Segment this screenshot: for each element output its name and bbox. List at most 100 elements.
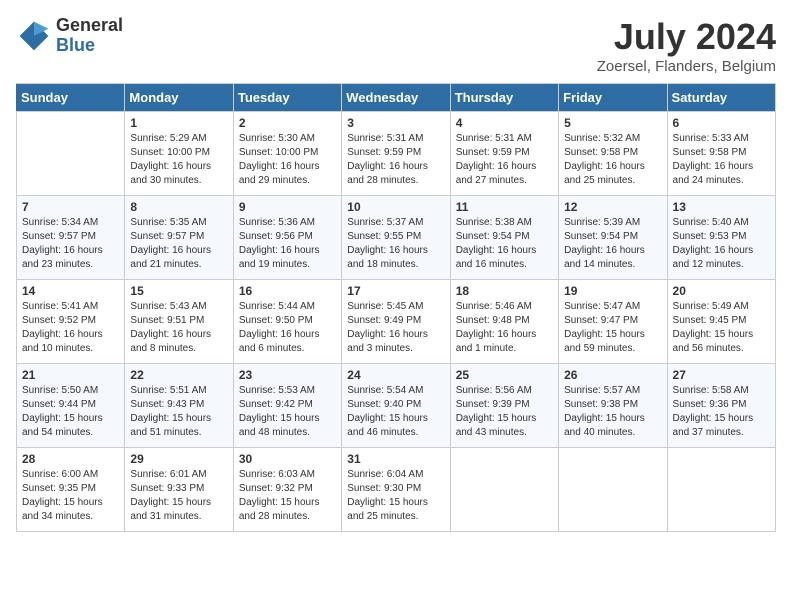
day-cell <box>450 448 558 532</box>
day-number: 28 <box>22 452 119 466</box>
logo-blue: Blue <box>56 36 123 56</box>
header-row: SundayMondayTuesdayWednesdayThursdayFrid… <box>17 84 776 112</box>
day-number: 13 <box>673 200 770 214</box>
day-number: 10 <box>347 200 444 214</box>
day-cell: 4 Sunrise: 5:31 AM Sunset: 9:59 PM Daylig… <box>450 112 558 196</box>
day-number: 22 <box>130 368 227 382</box>
logo-text: General Blue <box>56 16 123 56</box>
day-cell: 14Sunrise: 5:41 AM Sunset: 9:52 PM Dayli… <box>17 280 125 364</box>
day-cell: 21 Sunrise: 5:50 AM Sunset: 9:44 PM Dayli… <box>17 364 125 448</box>
day-number: 21 <box>22 368 119 382</box>
day-info: Sunrise: 5:30 AM Sunset: 10:00 PM Daylig… <box>239 132 336 188</box>
day-info: Sunrise: 5:34 AM Sunset: 9:57 PM Dayligh… <box>22 216 119 272</box>
day-number: 17 <box>347 284 444 298</box>
day-number: 6 <box>673 116 770 130</box>
day-number: 19 <box>564 284 661 298</box>
day-number: 18 <box>456 284 553 298</box>
day-info: Sunrise: 5:44 AM Sunset: 9:50 PM Dayligh… <box>239 300 336 356</box>
day-number: 5 <box>564 116 661 130</box>
day-info: Sunrise: 5:53 AM Sunset: 9:42 PM Dayligh… <box>239 384 336 440</box>
calendar-table: SundayMondayTuesdayWednesdayThursdayFrid… <box>16 83 776 532</box>
day-cell: 18 Sunrise: 5:46 AM Sunset: 9:48 PM Dayli… <box>450 280 558 364</box>
day-cell <box>667 448 775 532</box>
day-cell: 8 Sunrise: 5:35 AM Sunset: 9:57 PM Daylig… <box>125 196 233 280</box>
day-info: Sunrise: 5:56 AM Sunset: 9:39 PM Dayligh… <box>456 384 553 440</box>
day-info: Sunrise: 5:50 AM Sunset: 9:44 PM Dayligh… <box>22 384 119 440</box>
day-number: 24 <box>347 368 444 382</box>
day-info: Sunrise: 5:29 AM Sunset: 10:00 PM Daylig… <box>130 132 227 188</box>
day-number: 30 <box>239 452 336 466</box>
day-info: Sunrise: 5:38 AM Sunset: 9:54 PM Dayligh… <box>456 216 553 272</box>
page-header: General Blue July 2024 Zoersel, Flanders… <box>16 16 776 75</box>
day-info: Sunrise: 5:57 AM Sunset: 9:38 PM Dayligh… <box>564 384 661 440</box>
day-info: Sunrise: 5:39 AM Sunset: 9:54 PM Dayligh… <box>564 216 661 272</box>
week-row-4: 21 Sunrise: 5:50 AM Sunset: 9:44 PM Dayli… <box>17 364 776 448</box>
day-cell: 11 Sunrise: 5:38 AM Sunset: 9:54 PM Dayli… <box>450 196 558 280</box>
day-number: 7 <box>22 200 119 214</box>
day-info: Sunrise: 5:46 AM Sunset: 9:48 PM Dayligh… <box>456 300 553 356</box>
day-info: Sunrise: 6:01 AM Sunset: 9:33 PM Dayligh… <box>130 468 227 524</box>
day-info: Sunrise: 5:51 AM Sunset: 9:43 PM Dayligh… <box>130 384 227 440</box>
day-info: Sunrise: 5:45 AM Sunset: 9:49 PM Dayligh… <box>347 300 444 356</box>
day-number: 8 <box>130 200 227 214</box>
location: Zoersel, Flanders, Belgium <box>597 58 776 75</box>
day-info: Sunrise: 5:37 AM Sunset: 9:55 PM Dayligh… <box>347 216 444 272</box>
col-header-thursday: Thursday <box>450 84 558 112</box>
week-row-2: 7 Sunrise: 5:34 AM Sunset: 9:57 PM Daylig… <box>17 196 776 280</box>
day-info: Sunrise: 5:36 AM Sunset: 9:56 PM Dayligh… <box>239 216 336 272</box>
day-number: 11 <box>456 200 553 214</box>
week-row-5: 28 Sunrise: 6:00 AM Sunset: 9:35 PM Dayli… <box>17 448 776 532</box>
day-cell: 26 Sunrise: 5:57 AM Sunset: 9:38 PM Dayli… <box>559 364 667 448</box>
day-number: 31 <box>347 452 444 466</box>
day-cell: 19 Sunrise: 5:47 AM Sunset: 9:47 PM Dayli… <box>559 280 667 364</box>
day-number: 12 <box>564 200 661 214</box>
day-number: 9 <box>239 200 336 214</box>
week-row-1: 1 Sunrise: 5:29 AM Sunset: 10:00 PM Dayli… <box>17 112 776 196</box>
day-info: Sunrise: 5:58 AM Sunset: 9:36 PM Dayligh… <box>673 384 770 440</box>
day-number: 26 <box>564 368 661 382</box>
logo-general: General <box>56 16 123 36</box>
day-info: Sunrise: 5:43 AM Sunset: 9:51 PM Dayligh… <box>130 300 227 356</box>
day-info: Sunrise: 5:32 AM Sunset: 9:58 PM Dayligh… <box>564 132 661 188</box>
day-cell: 5 Sunrise: 5:32 AM Sunset: 9:58 PM Daylig… <box>559 112 667 196</box>
logo: General Blue <box>16 16 123 56</box>
day-cell: 23 Sunrise: 5:53 AM Sunset: 9:42 PM Dayli… <box>233 364 341 448</box>
day-info: Sunrise: 5:41 AM Sunset: 9:52 PM Dayligh… <box>22 300 119 356</box>
day-info: Sunrise: 5:40 AM Sunset: 9:53 PM Dayligh… <box>673 216 770 272</box>
day-cell: 16 Sunrise: 5:44 AM Sunset: 9:50 PM Dayli… <box>233 280 341 364</box>
month-title: July 2024 <box>597 16 776 58</box>
day-number: 4 <box>456 116 553 130</box>
day-cell: 22 Sunrise: 5:51 AM Sunset: 9:43 PM Dayli… <box>125 364 233 448</box>
day-cell: 31 Sunrise: 6:04 AM Sunset: 9:30 PM Dayli… <box>342 448 450 532</box>
day-info: Sunrise: 5:49 AM Sunset: 9:45 PM Dayligh… <box>673 300 770 356</box>
day-cell: 28 Sunrise: 6:00 AM Sunset: 9:35 PM Dayli… <box>17 448 125 532</box>
day-cell: 1 Sunrise: 5:29 AM Sunset: 10:00 PM Dayli… <box>125 112 233 196</box>
day-number: 23 <box>239 368 336 382</box>
day-number: 27 <box>673 368 770 382</box>
day-cell: 2Sunrise: 5:30 AM Sunset: 10:00 PM Dayli… <box>233 112 341 196</box>
week-row-3: 14Sunrise: 5:41 AM Sunset: 9:52 PM Dayli… <box>17 280 776 364</box>
col-header-wednesday: Wednesday <box>342 84 450 112</box>
day-number: 20 <box>673 284 770 298</box>
day-cell: 6Sunrise: 5:33 AM Sunset: 9:58 PM Daylig… <box>667 112 775 196</box>
day-cell: 7 Sunrise: 5:34 AM Sunset: 9:57 PM Daylig… <box>17 196 125 280</box>
day-cell: 20 Sunrise: 5:49 AM Sunset: 9:45 PM Dayli… <box>667 280 775 364</box>
day-info: Sunrise: 5:35 AM Sunset: 9:57 PM Dayligh… <box>130 216 227 272</box>
day-info: Sunrise: 6:03 AM Sunset: 9:32 PM Dayligh… <box>239 468 336 524</box>
day-number: 16 <box>239 284 336 298</box>
day-info: Sunrise: 5:31 AM Sunset: 9:59 PM Dayligh… <box>456 132 553 188</box>
day-info: Sunrise: 6:04 AM Sunset: 9:30 PM Dayligh… <box>347 468 444 524</box>
day-cell: 12 Sunrise: 5:39 AM Sunset: 9:54 PM Dayli… <box>559 196 667 280</box>
logo-icon <box>16 18 52 54</box>
day-cell: 29Sunrise: 6:01 AM Sunset: 9:33 PM Dayli… <box>125 448 233 532</box>
day-info: Sunrise: 5:47 AM Sunset: 9:47 PM Dayligh… <box>564 300 661 356</box>
day-cell: 15 Sunrise: 5:43 AM Sunset: 9:51 PM Dayli… <box>125 280 233 364</box>
day-info: Sunrise: 6:00 AM Sunset: 9:35 PM Dayligh… <box>22 468 119 524</box>
day-number: 1 <box>130 116 227 130</box>
day-number: 15 <box>130 284 227 298</box>
day-cell: 27 Sunrise: 5:58 AM Sunset: 9:36 PM Dayli… <box>667 364 775 448</box>
day-cell: 30 Sunrise: 6:03 AM Sunset: 9:32 PM Dayli… <box>233 448 341 532</box>
col-header-tuesday: Tuesday <box>233 84 341 112</box>
day-cell: 9 Sunrise: 5:36 AM Sunset: 9:56 PM Daylig… <box>233 196 341 280</box>
day-number: 25 <box>456 368 553 382</box>
